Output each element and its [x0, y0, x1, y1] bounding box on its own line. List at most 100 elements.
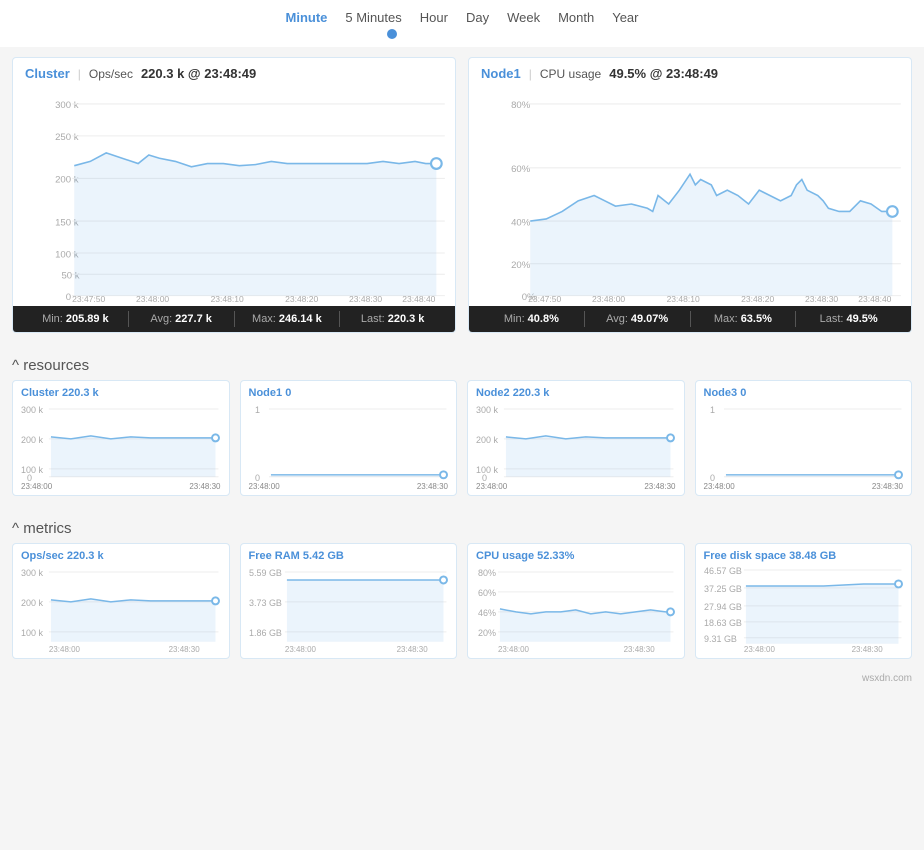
time-indicator	[0, 29, 924, 47]
time-option-week[interactable]: Week	[507, 10, 540, 25]
svg-text:18.63 GB: 18.63 GB	[704, 618, 742, 628]
svg-text:60%: 60%	[478, 588, 496, 598]
resources-node3-chart: 1 0 23:48:00 23:48:30	[704, 401, 904, 491]
svg-text:23:48:00: 23:48:00	[49, 645, 81, 654]
svg-text:0: 0	[709, 473, 714, 481]
cluster-min: Min:205.89 k	[23, 311, 129, 327]
metric-ops-card: Ops/sec 220.3 k 300 k 200 k 100 k 23:48:…	[12, 543, 230, 659]
svg-text:200 k: 200 k	[476, 435, 498, 445]
node1-chart-svg: 80% 60% 40% 20% 0% 23:47:50 23:48:00 23:…	[477, 89, 903, 302]
svg-text:200 k: 200 k	[21, 435, 43, 445]
resources-section-header: ^ resources	[0, 343, 924, 380]
svg-text:300 k: 300 k	[55, 100, 79, 111]
svg-text:23:48:20: 23:48:20	[741, 294, 774, 302]
node1-chart-area: 80% 60% 40% 20% 0% 23:47:50 23:48:00 23:…	[469, 85, 911, 302]
cluster-max: Max:246.14 k	[235, 311, 341, 327]
main-charts: Cluster | Ops/sec 220.3 k @ 23:48:49 300…	[0, 47, 924, 343]
svg-text:1.86 GB: 1.86 GB	[249, 628, 282, 638]
resources-node2-title: Node2 220.3 k	[476, 387, 676, 399]
svg-text:40%: 40%	[511, 217, 531, 228]
cluster-chart-svg: 300 k 250 k 200 k 150 k 100 k 50 k 0	[21, 89, 447, 302]
node1-current-value: 49.5% @ 23:48:49	[609, 66, 718, 81]
node1-label: Node1	[481, 66, 521, 81]
resources-node2-chart: 300 k 200 k 100 k 0 23:48:00 23:48:30	[476, 401, 676, 491]
svg-text:23:48:30: 23:48:30	[851, 645, 883, 654]
svg-text:0: 0	[27, 473, 32, 481]
node1-last: Last:49.5%	[796, 311, 901, 327]
svg-text:23:48:10: 23:48:10	[667, 294, 700, 302]
cluster-chart-area: 300 k 250 k 200 k 150 k 100 k 50 k 0	[13, 85, 455, 302]
node1-metric-name: CPU usage	[540, 67, 601, 81]
svg-text:250 k: 250 k	[55, 132, 79, 143]
time-option-5min[interactable]: 5 Minutes	[345, 10, 401, 25]
svg-text:23:48:30: 23:48:30	[169, 645, 201, 654]
cluster-label: Cluster	[25, 66, 70, 81]
cluster-ops-card: Cluster | Ops/sec 220.3 k @ 23:48:49 300…	[12, 57, 456, 333]
svg-text:1: 1	[254, 405, 259, 415]
metric-ram-card: Free RAM 5.42 GB 5.59 GB 3.73 GB 1.86 GB…	[240, 543, 458, 659]
time-selector: Minute 5 Minutes Hour Day Week Month Yea…	[0, 0, 924, 29]
time-option-minute[interactable]: Minute	[286, 10, 328, 25]
time-option-year[interactable]: Year	[612, 10, 638, 25]
svg-text:0: 0	[254, 473, 259, 481]
cluster-metric-name: Ops/sec	[89, 67, 133, 81]
svg-text:23:48:10: 23:48:10	[211, 294, 244, 302]
svg-text:23:47:50: 23:47:50	[528, 294, 561, 302]
resources-node1-card: Node1 0 1 0 23:48:00 23:48:30	[240, 380, 458, 496]
cluster-current-value: 220.3 k @ 23:48:49	[141, 66, 256, 81]
svg-text:23:48:00: 23:48:00	[592, 294, 625, 302]
resources-cluster-card: Cluster 220.3 k 300 k 200 k 100 k 0 23:4…	[12, 380, 230, 496]
metric-cpu-card: CPU usage 52.33% 80% 60% 46% 20% 23:48:0…	[467, 543, 685, 659]
svg-text:9.31 GB: 9.31 GB	[704, 634, 737, 644]
resources-node3-title: Node3 0	[704, 387, 904, 399]
metric-disk-card: Free disk space 38.48 GB 46.57 GB 37.25 …	[695, 543, 913, 659]
cluster-stats: Min:205.89 k Avg:227.7 k Max:246.14 k La…	[13, 306, 455, 332]
footer: wsxdn.com	[0, 669, 924, 688]
svg-text:23:47:50: 23:47:50	[72, 294, 105, 302]
node1-max: Max:63.5%	[691, 311, 797, 327]
resources-cluster-chart: 300 k 200 k 100 k 0 23:48:00 23:48:30	[21, 401, 221, 491]
svg-text:1: 1	[709, 405, 714, 415]
metrics-section-header: ^ metrics	[0, 506, 924, 543]
svg-text:300 k: 300 k	[476, 405, 498, 415]
svg-text:0: 0	[482, 473, 487, 481]
resources-node2-card: Node2 220.3 k 300 k 200 k 100 k 0 23:48:…	[467, 380, 685, 496]
svg-text:23:48:30: 23:48:30	[349, 294, 382, 302]
svg-text:23:48:00: 23:48:00	[743, 645, 775, 654]
svg-text:23:48:30: 23:48:30	[624, 645, 656, 654]
svg-text:23:48:30: 23:48:30	[805, 294, 838, 302]
cluster-last: Last:220.3 k	[340, 311, 445, 327]
svg-text:37.25 GB: 37.25 GB	[704, 584, 742, 594]
svg-text:46.57 GB: 46.57 GB	[704, 566, 742, 576]
svg-text:60%: 60%	[511, 164, 531, 175]
svg-text:46%: 46%	[478, 608, 496, 618]
svg-text:23:48:00: 23:48:00	[284, 645, 316, 654]
svg-text:80%: 80%	[511, 100, 531, 111]
time-option-hour[interactable]: Hour	[420, 10, 448, 25]
metric-disk-title: Free disk space 38.48 GB	[704, 550, 904, 562]
svg-text:23:48:40: 23:48:40	[858, 294, 891, 302]
node1-cpu-card: Node1 | CPU usage 49.5% @ 23:48:49 80% 6…	[468, 57, 912, 333]
svg-text:100 k: 100 k	[21, 628, 43, 638]
metric-ram-title: Free RAM 5.42 GB	[249, 550, 449, 562]
time-option-month[interactable]: Month	[558, 10, 594, 25]
metrics-grid: Ops/sec 220.3 k 300 k 200 k 100 k 23:48:…	[0, 543, 924, 669]
svg-text:300 k: 300 k	[21, 405, 43, 415]
node1-stats: Min:40.8% Avg:49.07% Max:63.5% Last:49.5…	[469, 306, 911, 332]
cluster-avg: Avg:227.7 k	[129, 311, 235, 327]
cluster-ops-header: Cluster | Ops/sec 220.3 k @ 23:48:49	[13, 58, 455, 85]
resources-node1-chart: 1 0 23:48:00 23:48:30	[249, 401, 449, 491]
node1-avg: Avg:49.07%	[585, 311, 691, 327]
metric-ops-title: Ops/sec 220.3 k	[21, 550, 221, 562]
time-option-day[interactable]: Day	[466, 10, 489, 25]
node1-min: Min:40.8%	[479, 311, 585, 327]
svg-text:23:48:00: 23:48:00	[498, 645, 530, 654]
svg-text:23:48:00: 23:48:00	[136, 294, 169, 302]
resources-node1-title: Node1 0	[249, 387, 449, 399]
svg-text:23:48:30: 23:48:30	[396, 645, 428, 654]
svg-text:23:48:20: 23:48:20	[285, 294, 318, 302]
metric-cpu-title: CPU usage 52.33%	[476, 550, 676, 562]
svg-text:100 k: 100 k	[476, 465, 498, 475]
resources-cluster-title: Cluster 220.3 k	[21, 387, 221, 399]
svg-text:80%: 80%	[478, 568, 496, 578]
